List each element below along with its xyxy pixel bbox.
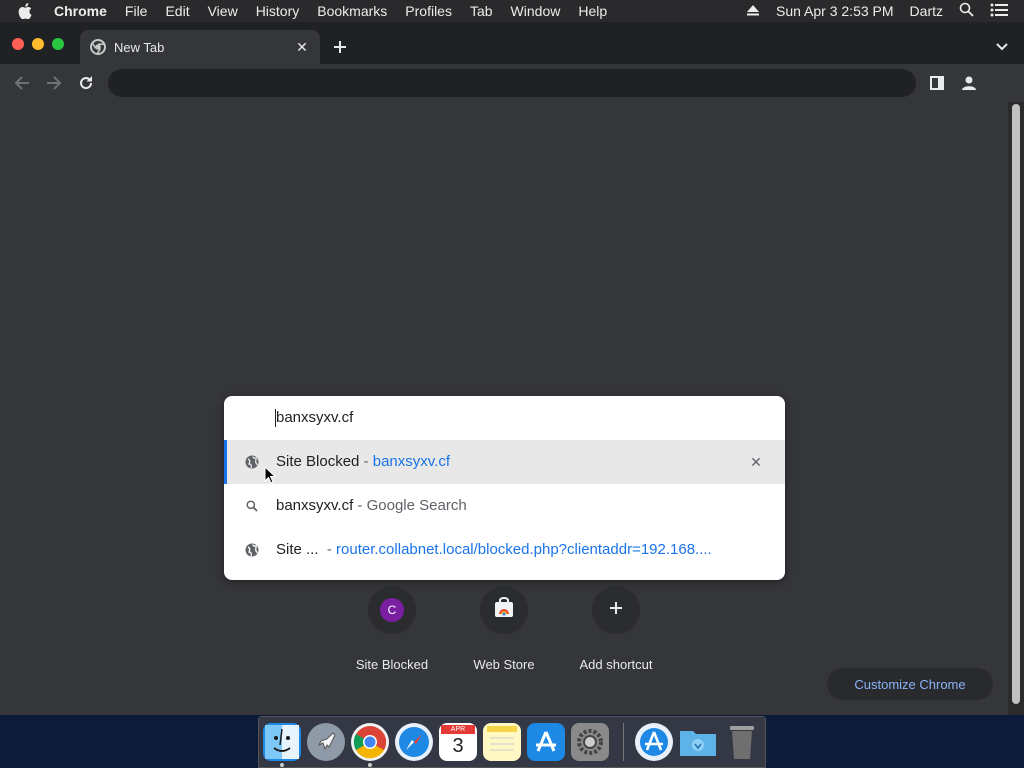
finder-icon[interactable]	[263, 723, 301, 761]
running-indicator	[280, 763, 284, 767]
globe-icon	[244, 542, 260, 558]
menu-window[interactable]: Window	[511, 3, 561, 19]
downloads-folder-icon[interactable]	[679, 723, 717, 761]
suggestion-row[interactable]: Site Blocked - banxsyxv.cf ✕	[224, 440, 785, 484]
spotlight-search-icon[interactable]	[959, 2, 974, 20]
trash-icon[interactable]	[723, 723, 761, 761]
user-name[interactable]: Dartz	[910, 3, 943, 19]
tab-strip: New Tab ✕	[0, 22, 1024, 64]
shortcut-site-blocked[interactable]: C Site Blocked	[337, 586, 447, 672]
scrollbar-thumb[interactable]	[1012, 104, 1020, 704]
shortcut-icon-circle: C	[368, 586, 416, 634]
calendar-icon[interactable]: APR 3	[439, 723, 477, 761]
menu-tab[interactable]: Tab	[470, 3, 493, 19]
menu-profiles[interactable]: Profiles	[405, 3, 452, 19]
suggestion-text: Site ... - router.collabnet.local/blocke…	[276, 541, 712, 558]
app-store-icon[interactable]	[527, 723, 565, 761]
new-tab-plus-icon[interactable]	[330, 37, 350, 57]
clock[interactable]: Sun Apr 3 2:53 PM	[776, 3, 894, 19]
forward-arrow-icon[interactable]	[44, 73, 64, 93]
safari-icon[interactable]	[395, 723, 433, 761]
menu-edit[interactable]: Edit	[165, 3, 189, 19]
shortcut-label: Web Store	[473, 657, 535, 672]
letter-avatar-icon: C	[380, 598, 404, 622]
tab-new-tab[interactable]: New Tab ✕	[80, 30, 320, 64]
search-icon	[244, 498, 260, 514]
shortcut-web-store[interactable]: Web Store	[449, 586, 559, 672]
reload-icon[interactable]	[76, 73, 96, 93]
window-minimize-button[interactable]	[32, 38, 44, 50]
menu-history[interactable]: History	[256, 3, 300, 19]
suggestion-detail: Google Search	[366, 497, 467, 514]
suggestion-title: Site Blocked	[276, 453, 360, 470]
tab-search-chevron-down-icon[interactable]	[992, 37, 1012, 57]
menu-bar-status-area: Sun Apr 3 2:53 PM Dartz	[746, 0, 1024, 22]
suggestion-url: banxsyxv.cf	[372, 453, 450, 470]
tab-title: New Tab	[114, 39, 165, 55]
suggestion-separator: -	[353, 497, 367, 514]
chrome-favicon-icon	[90, 39, 106, 55]
apple-logo-icon[interactable]	[18, 3, 40, 19]
suggestion-row[interactable]: banxsyxv.cf - Google Search	[224, 484, 785, 528]
notification-center-icon[interactable]	[990, 3, 1008, 20]
dock-separator	[623, 723, 624, 761]
calendar-month: APR	[441, 725, 475, 734]
suggestion-separator: -	[318, 541, 337, 558]
omnibox-input[interactable]: banxsyxv.cf	[276, 409, 353, 426]
shortcut-label: Add shortcut	[579, 657, 653, 672]
calendar-day: 3	[452, 735, 464, 757]
customize-chrome-button[interactable]: Customize Chrome	[827, 668, 993, 700]
remove-suggestion-close-icon[interactable]: ✕	[746, 452, 766, 472]
macos-dock: APR 3	[258, 716, 766, 768]
suggestion-separator: -	[359, 453, 373, 470]
page-scrollbar[interactable]	[1008, 102, 1024, 715]
globe-icon	[244, 454, 260, 470]
running-indicator	[368, 763, 372, 767]
address-bar[interactable]	[108, 69, 916, 97]
omnibox-dropdown: banxsyxv.cf Site Blocked - banxsyxv.cf ✕…	[224, 396, 785, 580]
suggestion-title: Site ...	[276, 541, 319, 558]
menu-file[interactable]: File	[125, 3, 148, 19]
macos-menu-bar: Chrome File Edit View History Bookmarks …	[0, 0, 1024, 22]
profile-avatar-icon[interactable]	[959, 73, 979, 93]
shortcut-icon-circle	[480, 586, 528, 634]
suggestion-title: banxsyxv.cf	[276, 497, 354, 514]
window-zoom-button[interactable]	[52, 38, 64, 50]
window-close-button[interactable]	[12, 38, 24, 50]
eject-icon[interactable]	[746, 3, 760, 19]
chrome-icon[interactable]	[351, 723, 389, 761]
browser-toolbar	[0, 64, 1024, 102]
menu-chrome[interactable]: Chrome	[54, 3, 107, 19]
suggestion-row[interactable]: Site ... - router.collabnet.local/blocke…	[224, 528, 785, 572]
shortcut-icon-circle	[592, 586, 640, 634]
system-preferences-gear-icon[interactable]	[571, 723, 609, 761]
suggestion-url: router.collabnet.local/blocked.php?clien…	[336, 541, 712, 558]
menu-help[interactable]: Help	[578, 3, 607, 19]
back-arrow-icon[interactable]	[12, 73, 32, 93]
shortcut-add[interactable]: Add shortcut	[561, 586, 671, 672]
app-store-downloads-icon[interactable]	[635, 723, 673, 761]
mouse-pointer-icon	[264, 465, 277, 489]
suggestion-text: Site Blocked - banxsyxv.cf	[276, 453, 450, 470]
notes-icon[interactable]	[483, 723, 521, 761]
side-panel-icon[interactable]	[927, 73, 947, 93]
menu-view[interactable]: View	[208, 3, 238, 19]
launchpad-icon[interactable]	[307, 723, 345, 761]
shortcut-label: Site Blocked	[355, 657, 429, 672]
menu-bookmarks[interactable]: Bookmarks	[317, 3, 387, 19]
tab-close-icon[interactable]: ✕	[292, 37, 312, 57]
suggestion-text: banxsyxv.cf - Google Search	[276, 497, 467, 514]
web-store-icon	[493, 596, 515, 624]
plus-icon	[609, 601, 623, 620]
